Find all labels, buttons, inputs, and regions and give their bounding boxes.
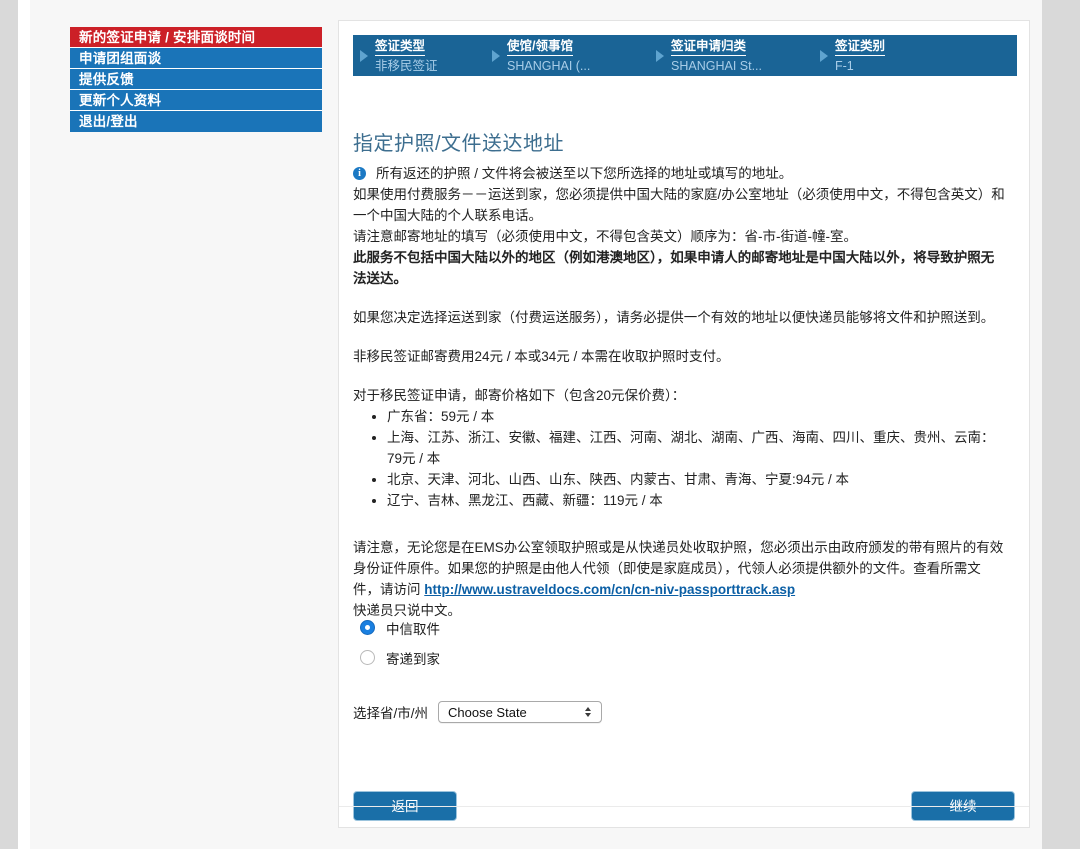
breadcrumb-step-visa-category[interactable]: 签证类别 F-1: [835, 37, 961, 74]
breadcrumb-step-title: 签证类型: [375, 39, 426, 56]
content-panel: 签证类型 非移民签证 使馆/领事馆 SHANGHAI (... 签证申请归类 S…: [338, 20, 1030, 828]
radio-option-label: 中信取件: [386, 621, 440, 637]
list-item: 上海、江苏、浙江、安徽、福建、江西、河南、湖北、湖南、广西、海南、四川、重庆、贵…: [387, 427, 1007, 469]
state-select-row: 选择省/市/州 Choose State: [353, 701, 603, 723]
sidebar-item-label: 新的签证申请 / 安排面谈时间: [79, 30, 256, 45]
info-notice-text: 所有返还的护照 / 文件将会被送至以下您所选择的地址或填写的地址。: [376, 166, 793, 181]
breadcrumb-step-title: 签证类别: [835, 39, 886, 56]
delivery-option-radio-group: 中信取件 寄递到家: [353, 615, 440, 675]
sidebar-item-logout[interactable]: 退出/登出: [70, 111, 322, 132]
breadcrumb-step-value: SHANGHAI (...: [507, 59, 591, 73]
breadcrumb-step-value: 非移民签证: [375, 59, 438, 73]
chevron-updown-icon: [585, 707, 592, 717]
breadcrumb-step-visa-type[interactable]: 签证类型 非移民签证: [375, 37, 485, 74]
paragraph-iv-pricing-intro: 对于移民签证申请，邮寄价格如下（包含20元保价费）：: [353, 388, 686, 403]
state-select-value: Choose State: [448, 704, 527, 720]
radio-button-unselected-icon[interactable]: [360, 650, 375, 665]
info-icon: i: [353, 167, 366, 180]
passport-track-link[interactable]: http://www.ustraveldocs.com/cn/cn-niv-pa…: [424, 582, 795, 597]
page-title: 指定护照/文件送达地址: [353, 133, 565, 155]
radio-option-label: 寄递到家: [386, 651, 440, 667]
radio-button-selected-icon[interactable]: [360, 620, 375, 635]
sidebar-item-group-interview[interactable]: 申请团组面谈: [70, 48, 322, 69]
info-notice: i 所有返还的护照 / 文件将会被送至以下您所选择的地址或填写的地址。: [353, 163, 1007, 184]
breadcrumb-arrow-icon: [649, 49, 671, 62]
page-sheet: 新的签证申请 / 安排面谈时间 申请团组面谈 提供反馈 更新个人资料 退出/登出…: [18, 0, 1042, 849]
sidebar-item-update-profile[interactable]: 更新个人资料: [70, 90, 322, 111]
radio-option-home-delivery[interactable]: 寄递到家: [353, 645, 440, 670]
sidebar-item-label: 申请团组面谈: [79, 51, 162, 66]
paragraph-paid-service: 如果使用付费服务－－运送到家，您必须提供中国大陆的家庭/办公室地址（必须使用中文…: [353, 187, 1005, 223]
breadcrumb-step-title: 使馆/领事馆: [507, 39, 573, 56]
breadcrumb-step-title: 签证申请归类: [671, 39, 747, 56]
breadcrumb-step-value: SHANGHAI St...: [671, 59, 762, 73]
breadcrumb-step-visa-class-group[interactable]: 签证申请归类 SHANGHAI St...: [671, 37, 813, 74]
sidebar-item-label: 提供反馈: [79, 72, 134, 87]
price-list: 广东省：59元 / 本 上海、江苏、浙江、安徽、福建、江西、河南、湖北、湖南、广…: [353, 406, 1007, 511]
state-select-label: 选择省/市/州: [353, 706, 429, 721]
sidebar-item-label: 退出/登出: [79, 114, 138, 129]
list-item: 北京、天津、河北、山西、山东、陕西、内蒙古、甘肃、青海、宁夏:94元 / 本: [387, 469, 1007, 490]
state-select[interactable]: Choose State: [438, 701, 603, 723]
breadcrumb-step-post[interactable]: 使馆/领事馆 SHANGHAI (...: [507, 37, 649, 74]
paragraph-pickup-id: 请注意，无论您是在EMS办公室领取护照或是从快递员处收取护照，您必须出示由政府颁…: [353, 537, 1007, 600]
list-item: 广东省：59元 / 本: [387, 406, 1007, 427]
paragraph-courier-chinese: 快递员只说中文。: [353, 603, 461, 618]
paragraph-mainland-only: 此服务不包括中国大陆以外的地区（例如港澳地区），如果申请人的邮寄地址是中国大陆以…: [353, 250, 995, 286]
paragraph-niv-fee: 非移民签证邮寄费用24元 / 本或34元 / 本需在收取护照时支付。: [353, 349, 730, 364]
paragraph-valid-address: 如果您决定选择运送到家（付费运送服务），请务必提供一个有效的地址以便快递员能够将…: [353, 310, 995, 325]
sidebar-item-new-application[interactable]: 新的签证申请 / 安排面谈时间: [70, 27, 322, 48]
paragraph-address-order: 请注意邮寄地址的填写（必须使用中文，不得包含英文）顺序为：省-市-街道-幢-室。: [353, 229, 857, 244]
radio-option-pickup[interactable]: 中信取件: [353, 615, 440, 640]
sidebar-item-feedback[interactable]: 提供反馈: [70, 69, 322, 90]
instructions-block: i 所有返还的护照 / 文件将会被送至以下您所选择的地址或填写的地址。 如果使用…: [353, 163, 1007, 621]
breadcrumb-arrow-icon: [353, 49, 375, 62]
breadcrumb-step-value: F-1: [835, 59, 854, 73]
list-item: 辽宁、吉林、黑龙江、西藏、新疆：119元 / 本: [387, 490, 1007, 511]
breadcrumb: 签证类型 非移民签证 使馆/领事馆 SHANGHAI (... 签证申请归类 S…: [353, 35, 1017, 76]
breadcrumb-arrow-icon: [813, 49, 835, 62]
breadcrumb-arrow-icon: [485, 49, 507, 62]
sidebar-item-label: 更新个人资料: [79, 93, 162, 108]
footer-divider: [339, 806, 1029, 807]
sidebar-menu: 新的签证申请 / 安排面谈时间 申请团组面谈 提供反馈 更新个人资料 退出/登出: [70, 27, 322, 132]
